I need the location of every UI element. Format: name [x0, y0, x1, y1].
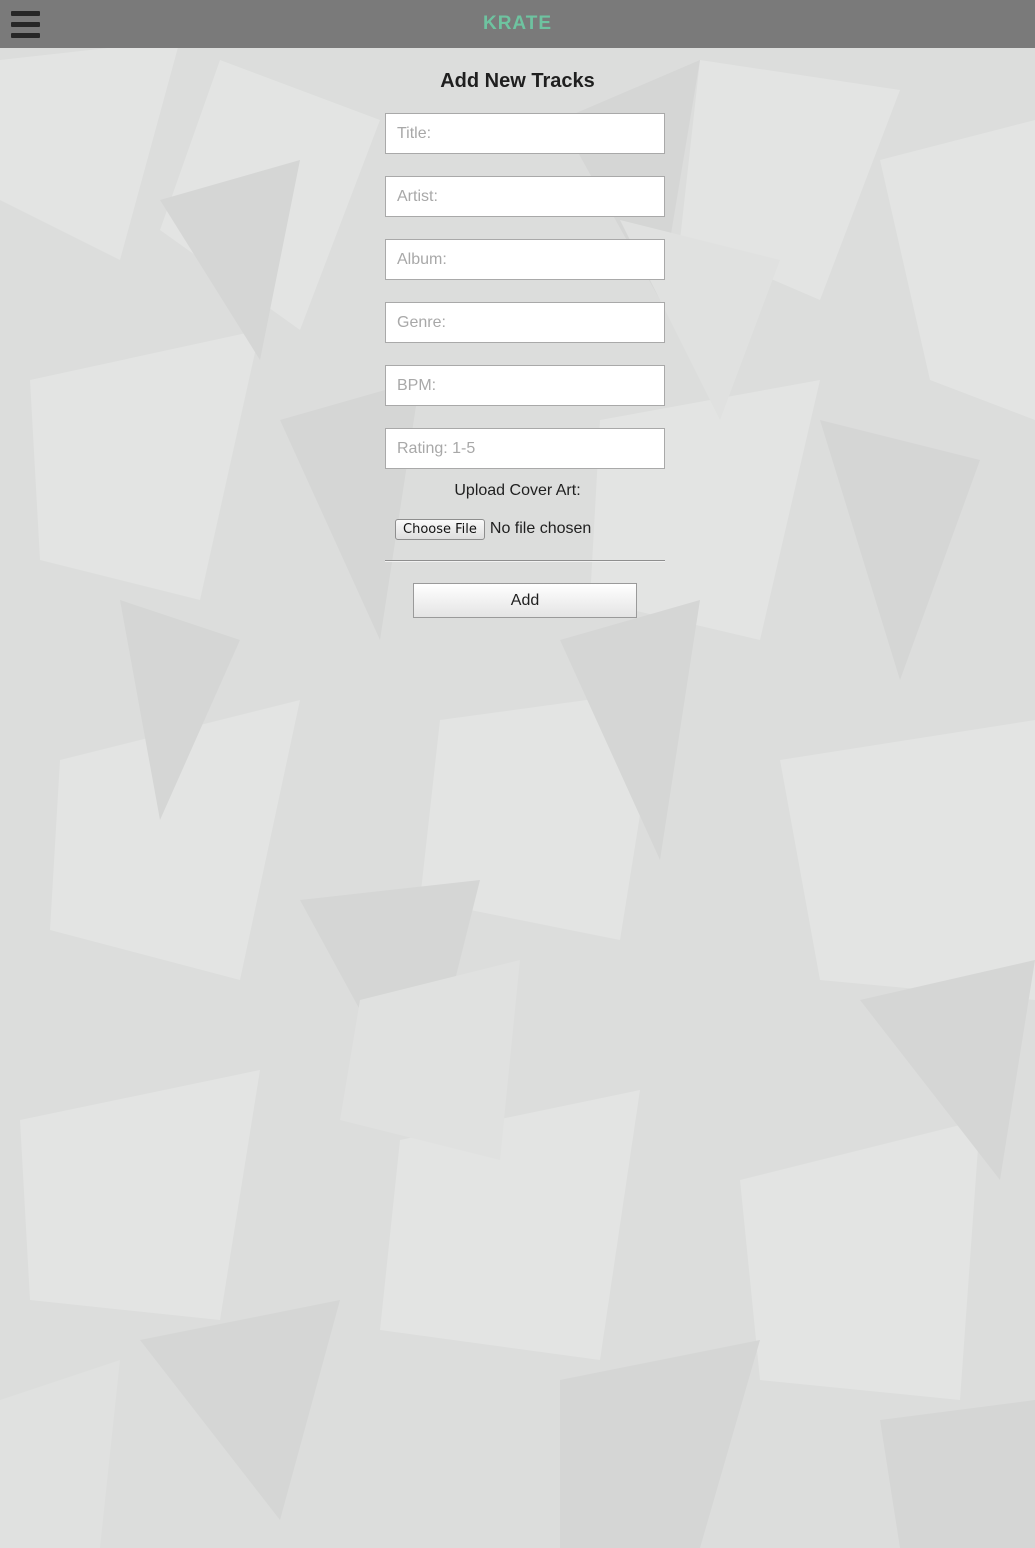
- title-input[interactable]: [385, 113, 665, 154]
- top-navigation-bar: KRATE: [0, 0, 1035, 48]
- add-track-button[interactable]: Add: [413, 583, 637, 618]
- file-status-text: No file chosen: [489, 520, 592, 537]
- rating-input[interactable]: [385, 428, 665, 469]
- upload-cover-art-label: Upload Cover Art:: [454, 482, 581, 499]
- bpm-input[interactable]: [385, 365, 665, 406]
- genre-input[interactable]: [385, 302, 665, 343]
- form-divider: [385, 560, 665, 562]
- album-input[interactable]: [385, 239, 665, 280]
- page-title: Add New Tracks: [440, 70, 595, 92]
- app-brand-title[interactable]: KRATE: [0, 13, 1035, 35]
- background-pattern: [0, 0, 1035, 1548]
- file-upload-control: Choose File No file chosen: [395, 518, 591, 540]
- choose-file-button[interactable]: Choose File: [395, 518, 485, 540]
- artist-input[interactable]: [385, 176, 665, 217]
